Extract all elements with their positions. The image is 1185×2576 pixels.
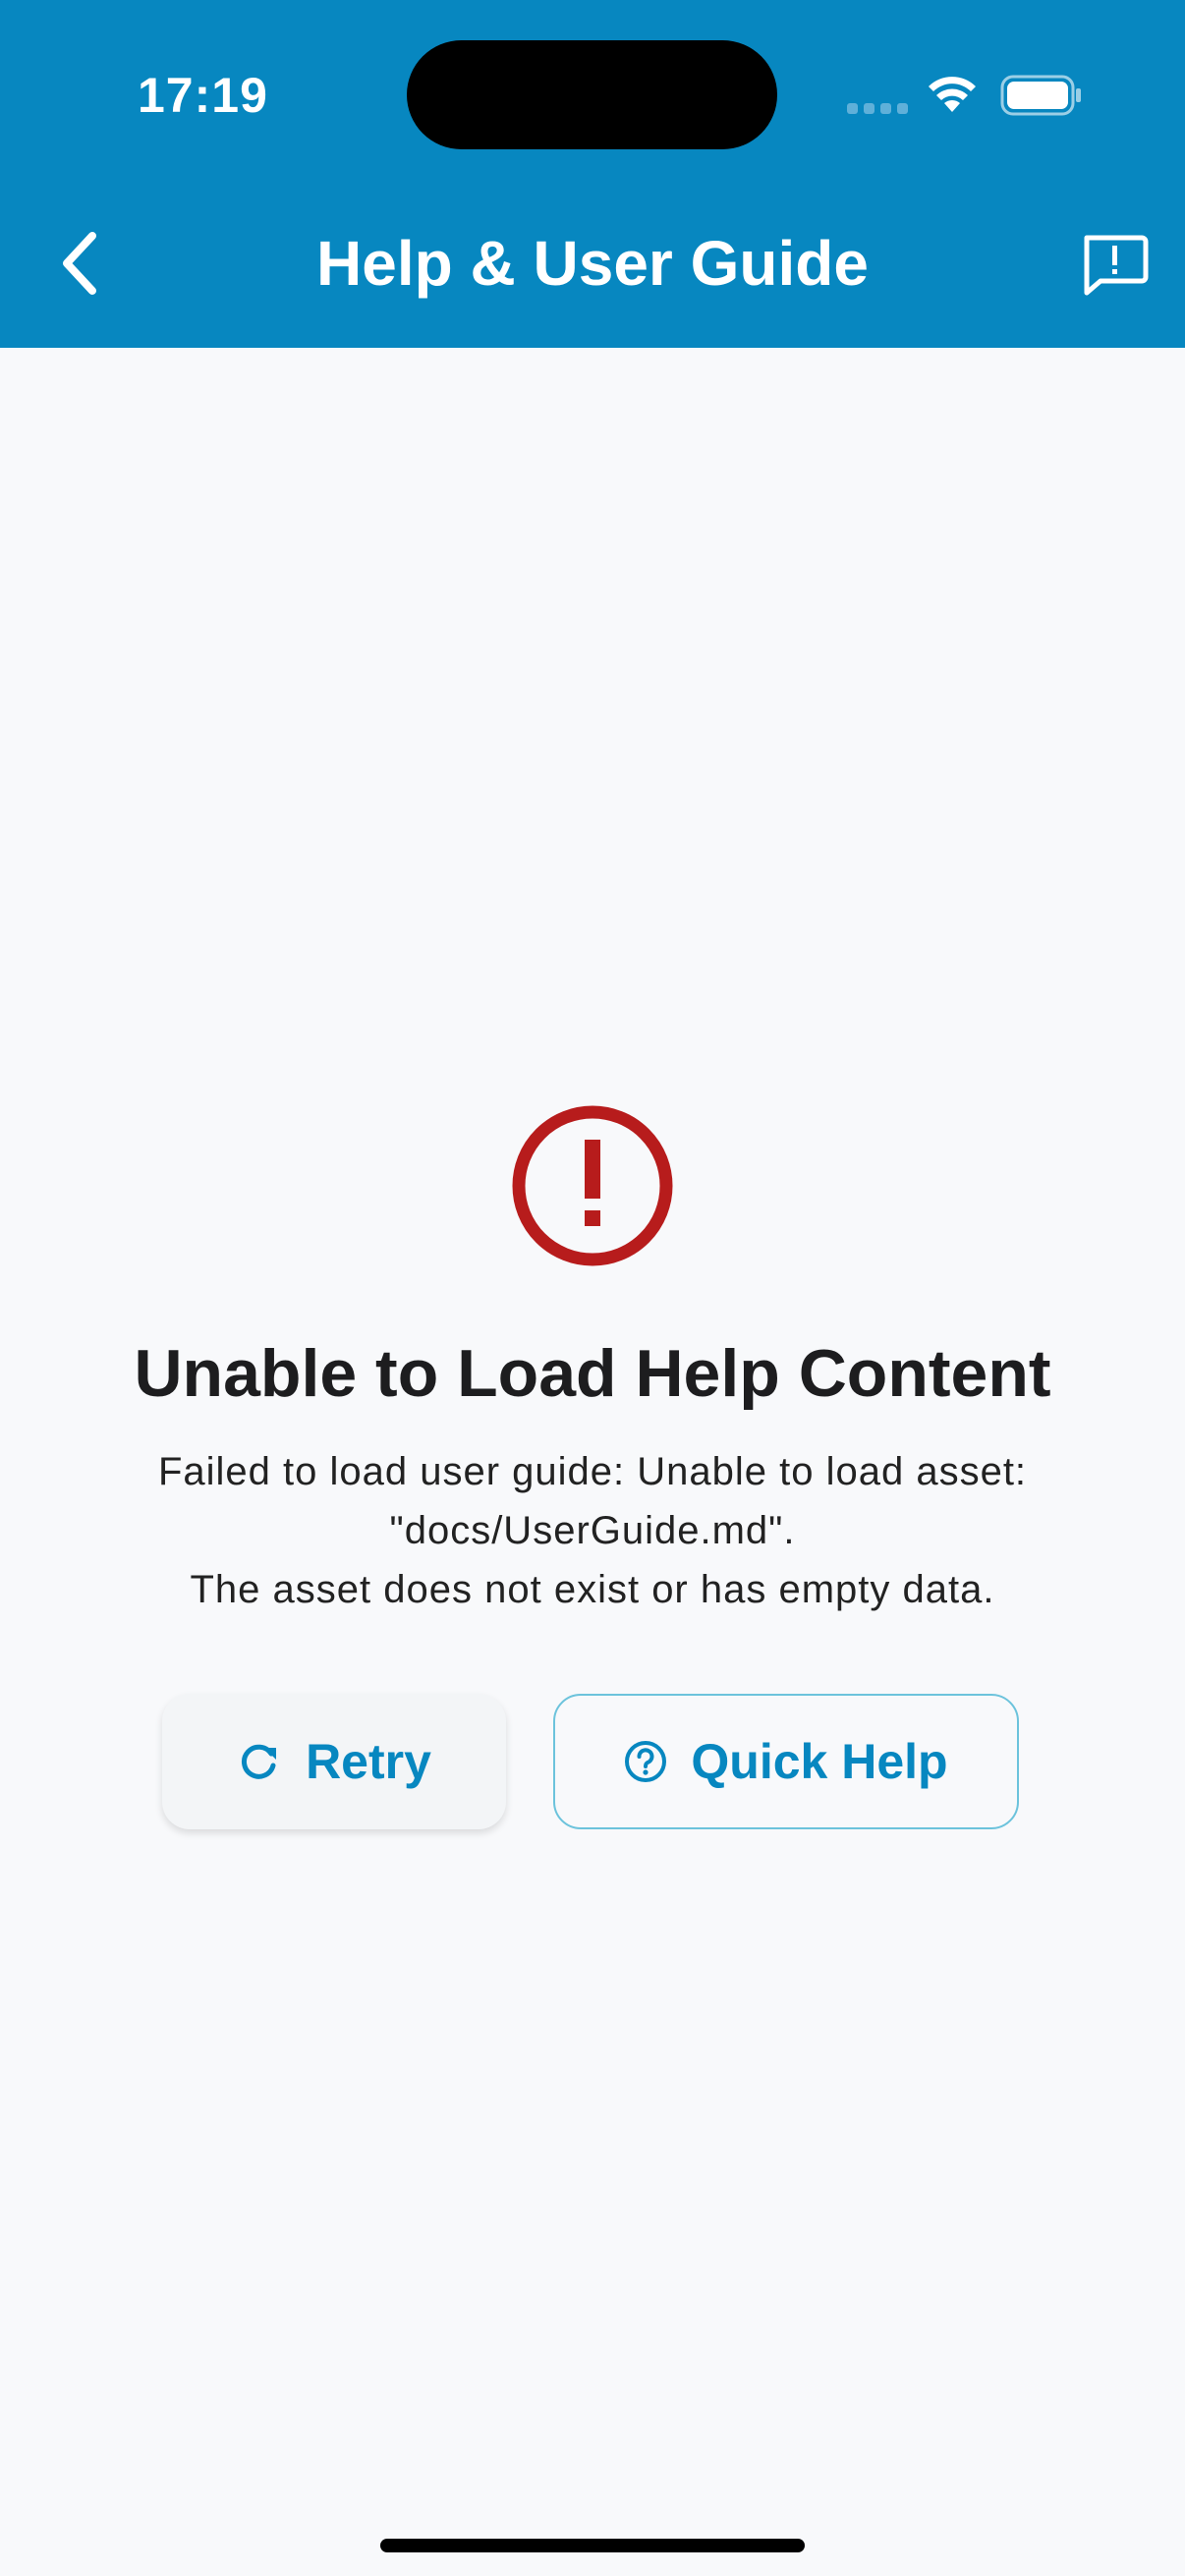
refresh-icon <box>242 1744 277 1779</box>
retry-button-label: Retry <box>306 1734 431 1789</box>
home-indicator[interactable] <box>380 2539 805 2552</box>
quick-help-button-label: Quick Help <box>691 1734 948 1789</box>
feedback-icon[interactable] <box>1079 232 1150 299</box>
help-circle-icon <box>625 1741 667 1782</box>
page-title: Help & User Guide <box>316 228 869 299</box>
error-message-line: "docs/UserGuide.md". <box>389 1509 796 1552</box>
app-bar: 17:19 Help & User Guide <box>0 0 1185 348</box>
error-message-line: The asset does not exist or has empty da… <box>190 1568 995 1611</box>
signal-dots-icon <box>847 103 908 114</box>
dynamic-island <box>407 40 777 149</box>
retry-button[interactable]: Retry <box>162 1694 506 1829</box>
error-message: Failed to load user guide: Unable to loa… <box>79 1442 1106 1619</box>
error-message-line: Failed to load user guide: Unable to loa… <box>157 1450 1028 1493</box>
quick-help-button[interactable]: Quick Help <box>553 1694 1019 1829</box>
error-circle-icon <box>512 1105 673 1266</box>
error-title: Unable to Load Help Content <box>134 1336 1051 1411</box>
status-time: 17:19 <box>138 68 268 123</box>
battery-icon <box>1000 75 1081 116</box>
wifi-icon <box>929 77 976 112</box>
